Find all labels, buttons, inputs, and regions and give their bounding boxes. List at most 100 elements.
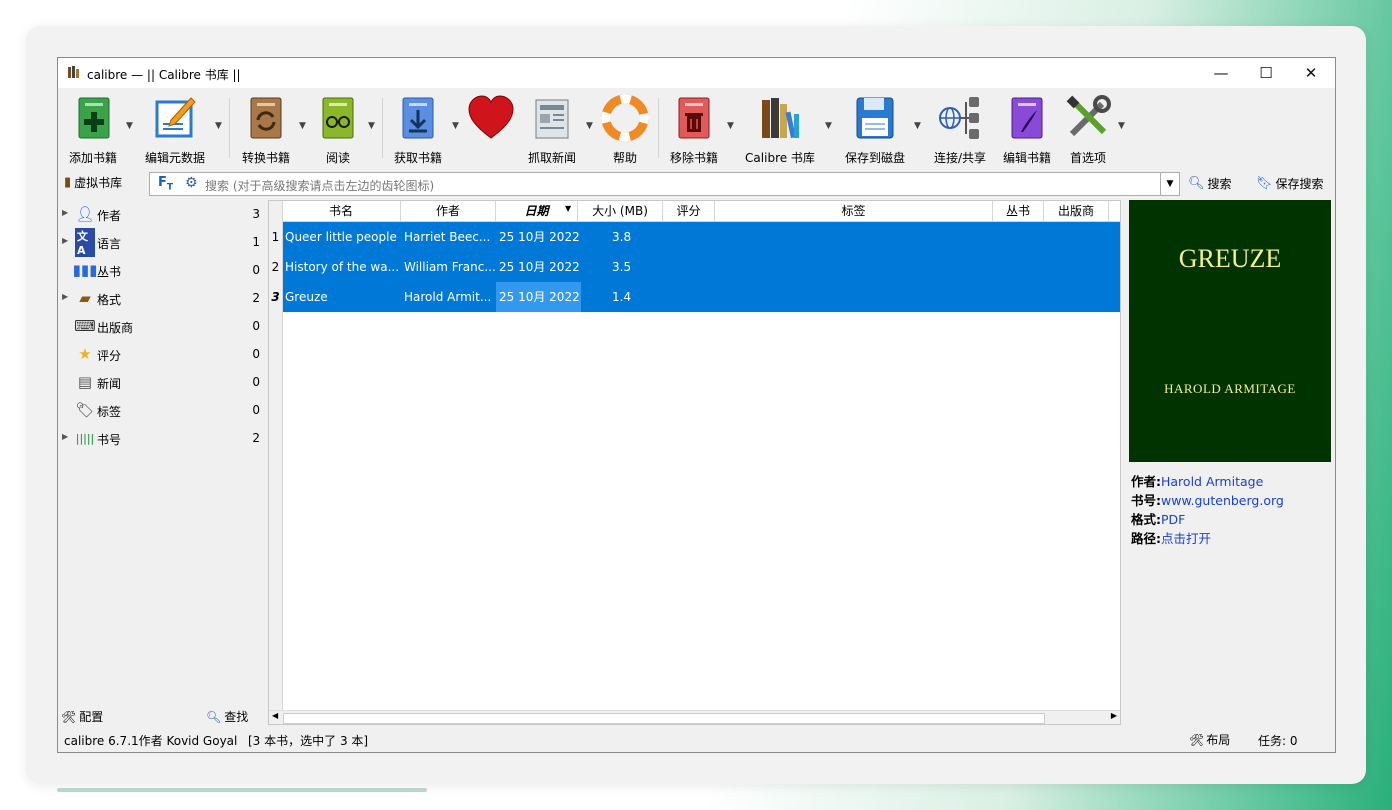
sidebar-item-label: 新闻 (97, 377, 122, 391)
remove-book-button[interactable]: 移除书籍 (664, 92, 724, 165)
add-book-icon (78, 97, 110, 139)
table-row[interactable]: History of the wa... William Franc... 25 1… (282, 252, 1120, 282)
help-label: 帮助 (612, 151, 637, 165)
layout-label: 布局 (1206, 733, 1231, 747)
cell-date: 25 10月 2022 (499, 230, 580, 244)
sidebar-item[interactable]: ▮▮▮ 丛书 0 (58, 256, 266, 284)
column-publisher[interactable]: 出版商 (1044, 201, 1109, 221)
donate-heart-button[interactable] (466, 92, 516, 164)
column-rating[interactable]: 评分 (663, 201, 715, 221)
calibre-library-dropdown[interactable]: ▼ (825, 121, 832, 131)
book-cover[interactable]: GREUZE HAROLD ARMITAGE (1129, 200, 1331, 462)
format-icon: ▰ (79, 289, 91, 307)
sidebar-item[interactable]: ▶ 👤︎ 作者 3 (58, 200, 266, 228)
sidebar-item[interactable]: 🏷︎ 标签 0 (58, 396, 266, 424)
page-scrollbar[interactable] (57, 788, 427, 792)
close-button[interactable]: ✕ (1288, 58, 1334, 88)
maximize-button[interactable]: ☐ (1243, 58, 1289, 88)
get-books-button[interactable]: 获取书籍 (388, 92, 448, 165)
search-row: ▮ 虚拟书库 FT ⚙ 搜索 (对于高级搜索请点击左边的齿轮图标) ▼ 🔍︎ 搜… (58, 171, 1335, 197)
identifier-detail-label: 书号: (1131, 493, 1161, 508)
connect-share-button[interactable]: 连接/共享 (928, 92, 992, 165)
identifier-link[interactable]: www.gutenberg.org (1161, 493, 1284, 508)
horizontal-scrollbar[interactable]: ◀ ▶ (269, 710, 1120, 724)
author-link[interactable]: Harold Armitage (1161, 474, 1263, 489)
scroll-left-icon[interactable]: ◀ (272, 711, 278, 720)
search-history-dropdown[interactable]: ▼ (1160, 172, 1180, 196)
jobs-indicator[interactable]: 任务: 0 (1258, 732, 1298, 749)
add-book-dropdown[interactable]: ▼ (126, 121, 133, 131)
convert-book-label: 转换书籍 (241, 151, 290, 165)
read-book-label: 阅读 (325, 151, 350, 165)
search-input[interactable]: FT ⚙ 搜索 (对于高级搜索请点击左边的齿轮图标) (149, 172, 1163, 196)
column-tags[interactable]: 标签 (715, 201, 993, 221)
book-list[interactable]: 书名 作者 日期 ▼ 大小 (MB) 评分 标签 丛书 出版商 1 Queer l… (268, 200, 1121, 725)
virtual-library-button[interactable]: ▮ 虚拟书库 (64, 174, 122, 191)
find-button[interactable]: 🔍︎ 查找 (206, 708, 248, 725)
sidebar-item[interactable]: ★ 评分 0 (58, 340, 266, 368)
expand-arrow-icon[interactable]: ▶ (62, 208, 68, 217)
add-book-label: 添加书籍 (68, 151, 117, 165)
save-search-button[interactable]: 🔖︎ 保存搜索 (1256, 175, 1324, 192)
scroll-right-icon[interactable]: ▶ (1111, 711, 1117, 720)
expand-arrow-icon[interactable]: ▶ (62, 292, 68, 301)
sidebar-item[interactable]: ▶ ▰ 格式 2 (58, 284, 266, 312)
edit-book-label: 编辑书籍 (1002, 151, 1051, 165)
full-text-search-icon[interactable]: FT (158, 175, 173, 193)
fetch-news-dropdown[interactable]: ▼ (586, 121, 593, 131)
sidebar-item[interactable]: ▶ 文A 语言 1 (58, 227, 266, 257)
fetch-news-button[interactable]: 抓取新闻 (522, 92, 582, 165)
help-button[interactable]: 帮助 (600, 92, 650, 165)
cell-date: 25 10月 2022 (496, 282, 581, 312)
convert-book-dropdown[interactable]: ▼ (299, 121, 306, 131)
edit-metadata-button[interactable]: 编辑元数据 (142, 92, 208, 165)
expand-arrow-icon[interactable]: ▶ (62, 236, 68, 245)
sidebar-item-label: 评分 (97, 349, 122, 363)
save-to-disk-dropdown[interactable]: ▼ (914, 121, 921, 131)
column-title[interactable]: 书名 (282, 201, 401, 221)
gear-icon[interactable]: ⚙ (185, 175, 198, 191)
save-to-disk-button[interactable]: 保存到磁盘 (840, 92, 910, 165)
table-row[interactable]: Queer little people Harriet Beec... 25 10月… (282, 222, 1120, 252)
search-icon: 🔍︎ (206, 709, 222, 724)
remove-book-dropdown[interactable]: ▼ (727, 121, 734, 131)
expand-arrow-icon[interactable]: ▶ (62, 432, 68, 441)
format-link[interactable]: PDF (1161, 512, 1185, 527)
search-button[interactable]: 🔍︎ 搜索 (1188, 175, 1232, 192)
sidebar-item-count: 0 (252, 319, 260, 333)
read-book-dropdown[interactable]: ▼ (368, 121, 375, 131)
help-icon (601, 94, 649, 142)
edit-metadata-dropdown[interactable]: ▼ (215, 121, 222, 131)
column-series[interactable]: 丛书 (993, 201, 1044, 221)
get-books-dropdown[interactable]: ▼ (452, 121, 459, 131)
read-book-button[interactable]: 阅读 (314, 92, 362, 165)
layout-button[interactable]: 🛠︎ 布局 (1189, 731, 1230, 748)
minimize-button[interactable]: — (1198, 58, 1244, 88)
tag-browser: ▶ 👤︎ 作者 3 ▶ 文A 语言 1 ▮▮▮ 丛书 0 ▶ ▰ 格式 2 ⌨︎ 出版商 0 ★ 评分 0 ▤ 新闻 0 🏷︎ 标… (58, 200, 266, 710)
path-link[interactable]: 点击打开 (1161, 531, 1211, 546)
sidebar-item[interactable]: ⌨︎ 出版商 0 (58, 312, 266, 340)
sidebar-item[interactable]: ▶ ||||| 书号 2 (58, 424, 266, 452)
sidebar-item[interactable]: ▤ 新闻 0 (58, 368, 266, 396)
configure-button[interactable]: 🛠︎ 配置 (61, 708, 103, 725)
add-book-button[interactable]: 添加书籍 (62, 92, 124, 165)
tag-icon: 🏷︎ (75, 401, 95, 419)
sidebar-item-label: 丛书 (97, 265, 122, 279)
column-size[interactable]: 大小 (MB) (578, 201, 663, 221)
column-author[interactable]: 作者 (401, 201, 496, 221)
calibre-library-button[interactable]: Calibre 书库 (742, 92, 818, 165)
edit-book-button[interactable]: 编辑书籍 (998, 92, 1056, 165)
tag-browser-footer: 🛠︎ 配置 🔍︎ 查找 (58, 704, 266, 728)
scroll-thumb[interactable] (283, 713, 1045, 724)
convert-book-button[interactable]: 转换书籍 (236, 92, 296, 165)
preferences-button[interactable]: 首选项 (1062, 92, 1114, 165)
preferences-dropdown[interactable]: ▼ (1118, 121, 1125, 131)
sidebar-item-count: 0 (252, 375, 260, 389)
edit-metadata-icon (155, 97, 196, 138)
rating-icon: ★ (78, 345, 92, 363)
bookmark-icon: 🔖︎ (1256, 176, 1273, 191)
cell-title: History of the wa... (285, 260, 399, 274)
table-row[interactable]: Greuze Harold Armit... 25 10月 2022 1.4 (282, 282, 1120, 312)
row-number: 1 (269, 222, 283, 252)
toolbar-separator (658, 98, 659, 158)
